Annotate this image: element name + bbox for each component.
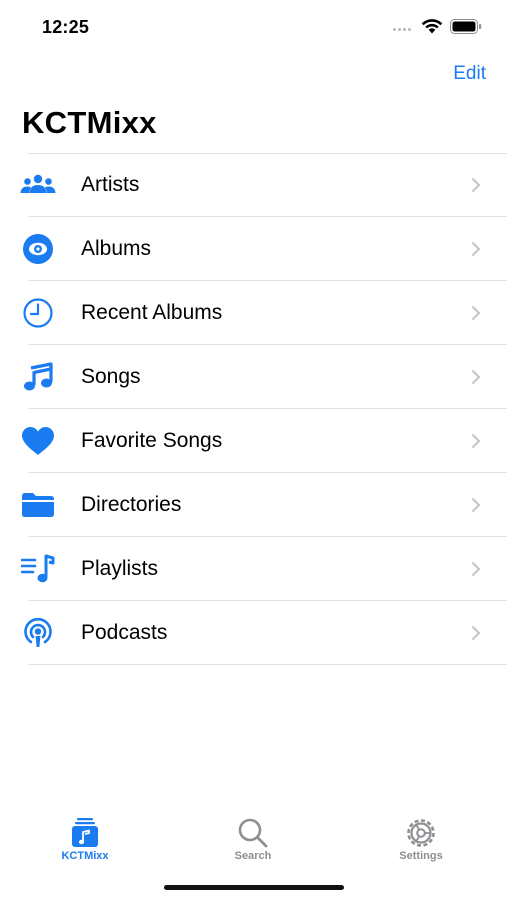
edit-button[interactable]: Edit bbox=[453, 63, 486, 85]
artists-icon bbox=[20, 169, 56, 201]
gear-icon bbox=[407, 819, 435, 847]
list-item-label: Favorite Songs bbox=[81, 429, 223, 452]
music-note-icon bbox=[20, 361, 56, 393]
list-item-label: Playlists bbox=[81, 557, 159, 580]
tab-kctmixx[interactable]: KCTMixx bbox=[35, 808, 135, 868]
list-item-albums[interactable]: Albums bbox=[0, 217, 507, 281]
status-bar: 12:25 bbox=[0, 0, 507, 52]
library-list: Artists Albums Recent Albums Songs Favor… bbox=[0, 153, 507, 665]
list-item-label: Podcasts bbox=[81, 621, 168, 644]
list-item-label: Songs bbox=[81, 365, 141, 388]
wifi-icon bbox=[421, 19, 443, 34]
list-item-songs[interactable]: Songs bbox=[0, 345, 507, 409]
search-icon bbox=[238, 818, 268, 848]
list-item-podcasts[interactable]: Podcasts bbox=[0, 601, 507, 665]
tab-label: KCTMixx bbox=[61, 850, 109, 862]
chevron-right-icon bbox=[472, 498, 480, 512]
clock-icon bbox=[20, 297, 56, 329]
tab-search[interactable]: Search bbox=[203, 808, 303, 868]
list-item-favorite-songs[interactable]: Favorite Songs bbox=[0, 409, 507, 473]
heart-icon bbox=[20, 425, 56, 457]
album-disc-icon bbox=[20, 233, 56, 265]
tab-settings[interactable]: Settings bbox=[371, 808, 471, 868]
playlist-icon bbox=[20, 553, 56, 585]
row-separator bbox=[28, 664, 507, 665]
list-item-playlists[interactable]: Playlists bbox=[0, 537, 507, 601]
podcast-icon bbox=[20, 617, 56, 649]
list-item-label: Directories bbox=[81, 493, 182, 516]
list-item-label: Albums bbox=[81, 237, 152, 260]
cellular-signal-icon bbox=[393, 28, 415, 32]
chevron-right-icon bbox=[472, 434, 480, 448]
library-icon bbox=[72, 818, 98, 847]
chevron-right-icon bbox=[472, 306, 480, 320]
chevron-right-icon bbox=[472, 626, 480, 640]
list-item-artists[interactable]: Artists bbox=[0, 153, 507, 217]
status-time: 12:25 bbox=[42, 17, 90, 37]
folder-icon bbox=[20, 489, 56, 521]
list-item-recent-albums[interactable]: Recent Albums bbox=[0, 281, 507, 345]
page-title: KCTMixx bbox=[22, 105, 157, 140]
screen: 12:25 Edit KCTMixx Artists Albums Recent… bbox=[0, 0, 507, 900]
chevron-right-icon bbox=[472, 562, 480, 576]
home-indicator[interactable] bbox=[164, 885, 344, 890]
list-item-label: Recent Albums bbox=[81, 301, 223, 324]
chevron-right-icon bbox=[472, 370, 480, 384]
tab-label: Search bbox=[234, 850, 272, 862]
tab-label: Settings bbox=[399, 850, 443, 862]
chevron-right-icon bbox=[472, 178, 480, 192]
battery-icon bbox=[450, 19, 482, 34]
list-item-label: Artists bbox=[81, 173, 140, 196]
list-item-directories[interactable]: Directories bbox=[0, 473, 507, 537]
chevron-right-icon bbox=[472, 242, 480, 256]
